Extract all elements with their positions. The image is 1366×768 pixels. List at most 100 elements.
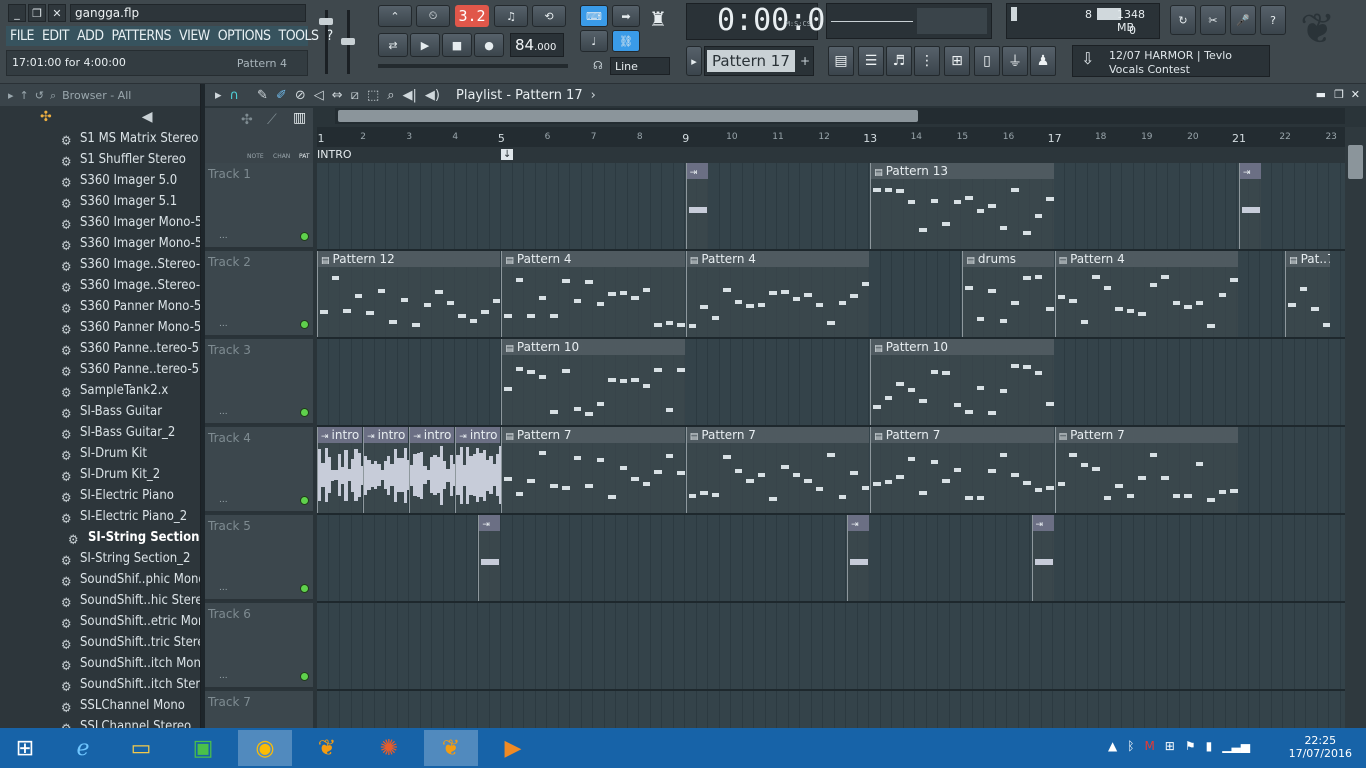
plugin-plug-icon[interactable]: ⏚ — [1002, 46, 1028, 76]
clip-header[interactable]: ⇥ — [479, 515, 501, 531]
browser-file-icon[interactable]: ▯ — [974, 46, 1000, 76]
track-header[interactable]: Track 2... — [205, 251, 313, 337]
browser-item[interactable]: ⚙ SI-String Section_2 — [0, 548, 200, 569]
menu-options[interactable]: OPTIONS — [214, 26, 275, 46]
track-name[interactable]: Track 7 — [208, 695, 251, 709]
slice-icon[interactable]: ⧄ — [351, 88, 359, 103]
clip-header[interactable]: ⇥ intro — [456, 427, 501, 443]
help-icon[interactable]: ? — [1260, 5, 1286, 35]
antivirus-icon[interactable]: M — [1144, 739, 1154, 753]
pattern-clip[interactable]: ▤ Pattern 7 — [501, 427, 685, 513]
internet-explorer-icon[interactable]: ℯ — [56, 730, 110, 766]
vertical-scrollbar[interactable] — [1345, 127, 1366, 728]
bar-number[interactable]: 16 — [1003, 132, 1014, 142]
browser-item[interactable]: ⚙ S360 Imager Mono-5.1 — [0, 233, 200, 254]
slip-icon[interactable]: ⇔ — [332, 88, 343, 103]
browser-item[interactable]: ⚙ S1 MS Matrix Stereo — [0, 128, 200, 149]
browser-item[interactable]: ⚙ S360 Imager 5.0 — [0, 170, 200, 191]
clip-header[interactable]: ⇥ — [848, 515, 870, 531]
playlist-grid[interactable]: ⇥ ▤ Pattern 13 ⇥ ▤ Pattern 12 ▤ Pattern 4 ▤ Patte… — [317, 163, 1345, 728]
master-volume-slider[interactable] — [319, 10, 333, 74]
clock[interactable]: 22:25 17/07/2016 — [1289, 734, 1352, 760]
clip-header[interactable]: ▤ drums — [963, 251, 1054, 267]
close-icon[interactable]: ✕ — [48, 4, 66, 22]
menu-add[interactable]: ADD — [73, 26, 108, 46]
menu-tools[interactable]: TOOLS — [275, 26, 323, 46]
track-name[interactable]: Track 5 — [208, 519, 251, 533]
marker-lane[interactable]: INTRO ↓ — [317, 147, 1345, 163]
browser-item[interactable]: ⚙ SoundShif..phic Mono — [0, 569, 200, 590]
track-menu-icon[interactable]: ... — [219, 319, 228, 329]
bar-number[interactable]: 2 — [360, 132, 366, 142]
track-name[interactable]: Track 4 — [208, 431, 251, 445]
bluetooth-icon[interactable]: ᛒ — [1127, 739, 1134, 753]
clip-header[interactable]: ▤ Pattern 7 — [502, 427, 685, 443]
menu-file[interactable]: FILE — [6, 26, 38, 46]
note-label[interactable]: NOTE — [247, 153, 264, 160]
browser-item[interactable]: ⚙ S360 Imager 5.1 — [0, 191, 200, 212]
magnet-icon[interactable]: ∩ — [230, 88, 240, 103]
menu-patterns[interactable]: PATTERNS — [108, 26, 176, 46]
piano-keys-icon[interactable]: ▥ — [293, 110, 306, 126]
action-center-icon[interactable]: ⚑ — [1185, 739, 1196, 753]
tempo-display[interactable]: 84.000 — [510, 33, 564, 57]
menu-arrow-icon[interactable]: ▸ — [215, 88, 222, 103]
clip-header[interactable]: ⇥ intro — [318, 427, 363, 443]
clip-header[interactable]: ▤ Pattern 4 — [502, 251, 685, 267]
select-icon[interactable]: ⬚ — [367, 88, 379, 103]
loop-record-icon[interactable]: ⟲ — [532, 5, 566, 27]
metronome-button[interactable]: ⌃ — [378, 5, 412, 27]
news-panel[interactable]: ⇩ 12/07 HARMOR | Tevlo Vocals Contest — [1072, 45, 1270, 77]
track-name[interactable]: Track 3 — [208, 343, 251, 357]
bar-number[interactable]: 18 — [1095, 132, 1106, 142]
audio-clip[interactable]: ⇥ — [685, 163, 708, 249]
audio-clip[interactable]: ⇥ — [1031, 515, 1054, 601]
audio-clip[interactable]: ⇥ — [1239, 163, 1262, 249]
typing-keyboard-icon[interactable]: ⌨ — [580, 5, 608, 27]
bar-number[interactable]: 12 — [818, 132, 829, 142]
store-icon[interactable]: ▣ — [176, 730, 230, 766]
file-explorer-icon[interactable]: ▭ — [114, 730, 168, 766]
media-player-icon[interactable]: ▶ — [486, 730, 540, 766]
clip-header[interactable]: ▤ Pattern 12 — [318, 251, 501, 267]
song-position-slider[interactable] — [378, 64, 568, 68]
bar-number[interactable]: 14 — [911, 132, 922, 142]
track-mute-led[interactable] — [300, 232, 309, 241]
speaker-icon[interactable]: ◀ — [142, 109, 153, 125]
browser-item[interactable]: ⚙ S360 Imager Mono-5.0 — [0, 212, 200, 233]
clip-header[interactable]: ▤ Pattern 10 — [502, 339, 685, 355]
minimize-icon[interactable]: _ — [8, 4, 26, 22]
refresh-icon[interactable]: ↻ — [1170, 5, 1196, 35]
zoom-icon[interactable]: ⌕ — [387, 88, 394, 103]
track-menu-icon[interactable]: ... — [219, 671, 228, 681]
audio-clip[interactable]: ⇥ — [847, 515, 870, 601]
clip-header[interactable]: ▤Pat..7 — [1286, 251, 1331, 267]
step-edit-icon[interactable]: ♫ — [494, 5, 528, 27]
browser-back-icon[interactable]: ↺ — [35, 89, 44, 106]
pattern-clip[interactable]: ▤ Pattern 4 — [1054, 251, 1238, 337]
track-mute-led[interactable] — [300, 672, 309, 681]
mute-icon[interactable]: ◁ — [314, 88, 324, 103]
fl-studio-icon[interactable]: ❦ — [300, 730, 354, 766]
clip-header[interactable]: ▤ Pattern 10 — [871, 339, 1054, 355]
browser-item[interactable]: ⚙ SI-Electric Piano_2 — [0, 506, 200, 527]
clip-header[interactable]: ⇥ intro — [364, 427, 409, 443]
clip-header[interactable]: ⇥ — [1240, 163, 1262, 179]
audio-clip[interactable]: ⇥ intro — [317, 427, 365, 513]
pattern-selector[interactable]: Pattern 17 + — [704, 46, 814, 76]
playback-icon[interactable]: ◀| — [403, 88, 417, 103]
track-menu-icon[interactable]: ... — [219, 583, 228, 593]
pattern-clip[interactable]: ▤Pat..7 — [1285, 251, 1331, 337]
audio-clip[interactable]: ⇥ intro — [409, 427, 457, 513]
vscroll-thumb[interactable] — [1348, 145, 1363, 179]
browser-item[interactable]: ⚙ SoundShift..itch Stereo — [0, 674, 200, 695]
track-name[interactable]: Track 1 — [208, 167, 251, 181]
browser-item[interactable]: ⚙ SoundShift..etric Mono — [0, 611, 200, 632]
pattern-clip[interactable]: ▤ Pattern 4 — [685, 251, 870, 337]
blend-notes-icon[interactable]: ♩ — [580, 30, 608, 52]
browser-item[interactable]: ⚙ SI-Drum Kit_2 — [0, 464, 200, 485]
pattern-clip[interactable]: ▤ Pattern 4 — [501, 251, 685, 337]
timeline-ruler[interactable]: 1 2 3 4 5 6 7 8 9 10 11 12 13 14 15 16 17 18 19 20 21 22 23 — [317, 127, 1345, 147]
clip-header[interactable]: ▤ Pattern 7 — [871, 427, 1054, 443]
prev-pattern-icon[interactable]: ▸ — [686, 46, 702, 76]
